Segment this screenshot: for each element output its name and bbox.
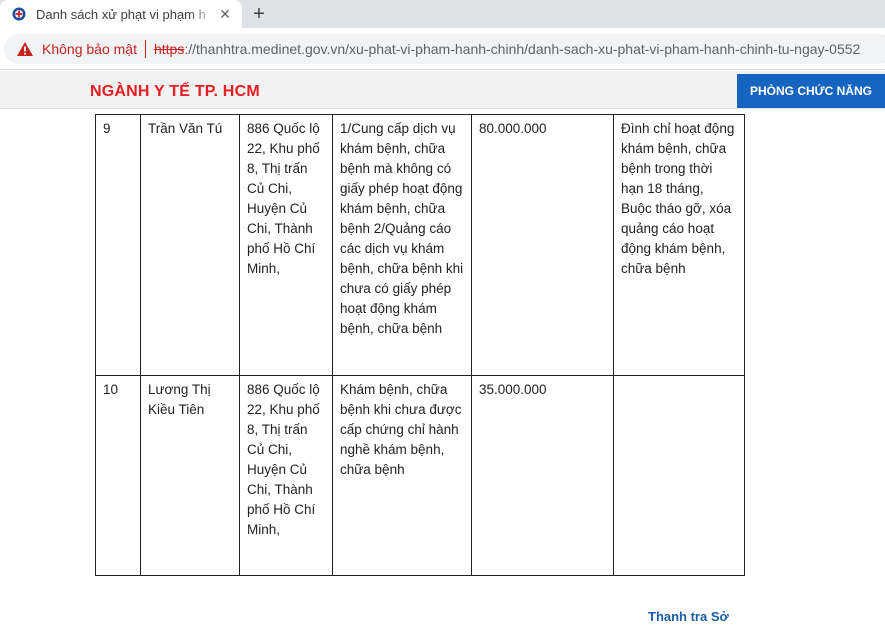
cell-stt: 9 xyxy=(95,114,141,376)
table-row: 10 Lương Thị Kiều Tiên 886 Quốc lộ 22, K… xyxy=(95,375,745,576)
security-label[interactable]: Không bảo mật xyxy=(42,41,137,57)
cell-stt: 10 xyxy=(95,375,141,576)
close-tab-icon[interactable]: ✕ xyxy=(218,7,232,21)
warning-icon[interactable] xyxy=(16,41,34,57)
cell-remedy xyxy=(613,375,745,576)
cell-name: Lương Thị Kiều Tiên xyxy=(140,375,240,576)
new-tab-button[interactable]: + xyxy=(248,3,270,25)
inspectorate-link[interactable]: Thanh tra Sở xyxy=(648,609,729,624)
tab-strip: Danh sách xử phạt vi phạm h ✕ + xyxy=(0,0,885,28)
cell-violation: Khám bệnh, chữa bệnh khi chưa được cấp c… xyxy=(332,375,472,576)
page-content: 9 Trần Văn Tú 886 Quốc lộ 22, Khu phố 8,… xyxy=(0,109,885,633)
url-text[interactable]: https://thanhtra.medinet.gov.vn/xu-phat-… xyxy=(154,41,860,57)
tab-title: Danh sách xử phạt vi phạm h xyxy=(36,6,206,22)
site-favicon-icon xyxy=(12,7,26,21)
browser-tab[interactable]: Danh sách xử phạt vi phạm h ✕ xyxy=(0,0,242,28)
functions-menu-button[interactable]: PHÒNG CHỨC NĂNG xyxy=(737,74,885,108)
browser-toolbar: Không bảo mật https://thanhtra.medinet.g… xyxy=(0,28,885,70)
site-header: NGÀNH Y TẾ TP. HCM PHÒNG CHỨC NĂNG xyxy=(0,71,885,109)
address-separator xyxy=(144,40,146,58)
cell-address: 886 Quốc lộ 22, Khu phố 8, Thị trấn Củ C… xyxy=(239,375,333,576)
cell-violation: 1/Cung cấp dịch vụ khám bệnh, chữa bệnh … xyxy=(332,114,472,376)
site-brand[interactable]: NGÀNH Y TẾ TP. HCM xyxy=(90,83,260,101)
address-bar[interactable]: Không bảo mật https://thanhtra.medinet.g… xyxy=(4,34,885,64)
cell-fine: 80.000.000 xyxy=(471,114,614,376)
cell-remedy: Đình chỉ hoạt động khám bệnh, chữa bệnh … xyxy=(613,114,745,376)
cell-name: Trần Văn Tú xyxy=(140,114,240,376)
cell-address: 886 Quốc lộ 22, Khu phố 8, Thị trấn Củ C… xyxy=(239,114,333,376)
url-scheme: https xyxy=(153,41,185,57)
cell-fine: 35.000.000 xyxy=(471,375,614,576)
url-path: ://thanhtra.medinet.gov.vn/xu-phat-vi-ph… xyxy=(184,41,861,57)
violations-table: 9 Trần Văn Tú 886 Quốc lộ 22, Khu phố 8,… xyxy=(95,114,745,576)
table-row: 9 Trần Văn Tú 886 Quốc lộ 22, Khu phố 8,… xyxy=(95,114,745,376)
